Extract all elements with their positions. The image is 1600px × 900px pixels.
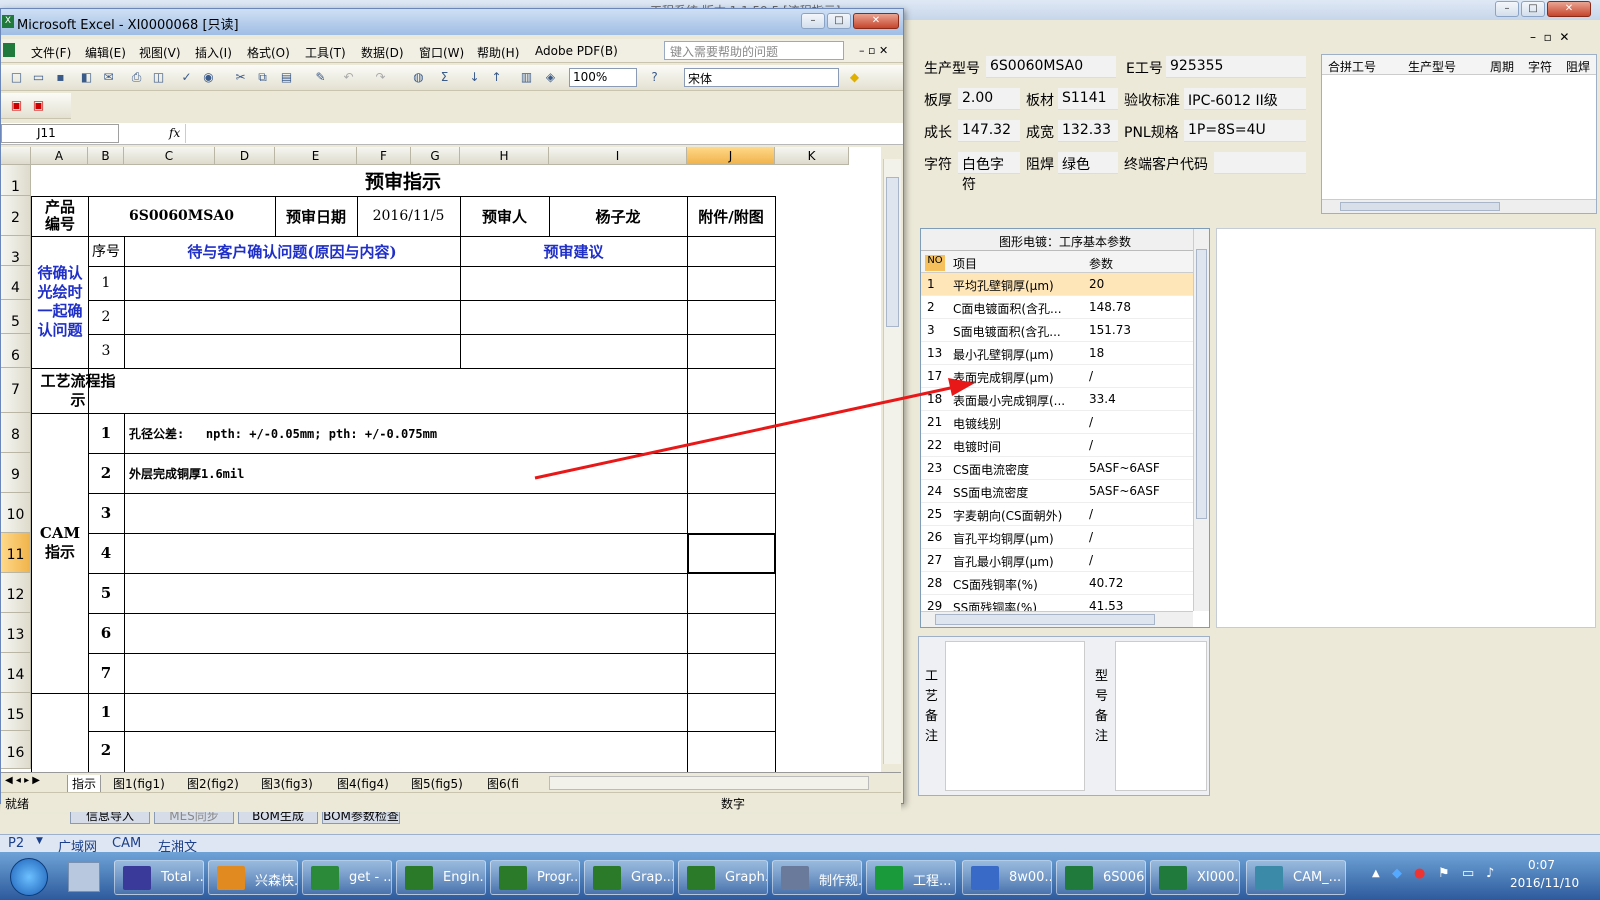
clock-time[interactable]: 0:07 — [1528, 858, 1555, 872]
tray-flag-icon[interactable]: ⚑ — [1438, 866, 1450, 881]
taskbar-item-label: 6S006... — [1103, 870, 1145, 885]
taskbar-item[interactable]: Grap... — [584, 860, 674, 895]
taskbar-item-label: Grap... — [631, 870, 674, 885]
taskbar-app-icon — [217, 866, 245, 890]
arrow-head — [948, 378, 975, 396]
taskbar-app-icon — [1255, 866, 1283, 890]
taskbar-item[interactable]: Progr... — [490, 860, 580, 895]
taskbar-item[interactable]: Total ... — [114, 860, 204, 895]
tray-network-icon[interactable]: ◆ — [1392, 866, 1402, 881]
taskbar-app-icon — [687, 866, 715, 890]
taskbar-app-icon — [875, 866, 903, 890]
taskbar-app-icon — [781, 866, 809, 890]
taskbar-item-label: get - ... — [349, 870, 392, 885]
taskbar-item-label: 制作规... — [819, 874, 862, 889]
taskbar-item[interactable]: 6S006... — [1056, 860, 1146, 895]
taskbar-item-label: Progr... — [537, 870, 580, 885]
annotation-arrow — [534, 378, 975, 480]
taskbar-item[interactable]: get - ... — [302, 860, 392, 895]
taskbar-item[interactable]: CAM_... — [1246, 860, 1346, 895]
taskbar-item-label: 工程... — [913, 874, 952, 889]
taskbar-item-label: 兴森快... — [255, 874, 298, 889]
taskbar-app-icon — [499, 866, 527, 890]
taskbar-app-icon — [1065, 866, 1093, 890]
taskbar-item-label: 8w00... — [1009, 870, 1051, 885]
taskbar-app-icon — [593, 866, 621, 890]
taskbar-item-label: CAM_... — [1293, 870, 1342, 885]
taskbar-item[interactable]: 兴森快... — [208, 860, 298, 895]
taskbar-item-label: Engin... — [443, 870, 485, 885]
taskbar-item[interactable]: Graph... — [678, 860, 768, 895]
start-button[interactable] — [10, 858, 48, 896]
taskbar-item-label: Graph... — [725, 870, 768, 885]
taskbar-item-label: XI000... — [1197, 870, 1239, 885]
taskbar-item[interactable]: Engin... — [396, 860, 486, 895]
taskbar-item[interactable]: XI000... — [1150, 860, 1240, 895]
tray-monitor-icon[interactable]: ▭ — [1462, 866, 1474, 881]
taskbar-app-icon — [405, 866, 433, 890]
taskbar-app-icon — [971, 866, 999, 890]
tray-security-icon[interactable]: ● — [1414, 866, 1425, 881]
tray-volume-icon[interactable]: ♪ — [1486, 866, 1494, 881]
taskbar-item[interactable]: 工程... — [866, 860, 956, 895]
taskbar-app-icon — [311, 866, 339, 890]
taskbar-app-icon — [1159, 866, 1187, 890]
taskbar-item[interactable]: 制作规... — [772, 860, 862, 895]
taskbar: Total ... 兴森快... get - ... Engin... Progr...… — [0, 852, 1600, 900]
arrow-shaft — [534, 385, 956, 480]
clock-date[interactable]: 2016/11/10 — [1510, 876, 1579, 890]
taskbar-app-icon — [123, 866, 151, 890]
taskbar-item[interactable]: 8w00... — [962, 860, 1052, 895]
tray-expand-icon[interactable]: ▲ — [1372, 868, 1380, 879]
calculator-icon[interactable] — [68, 862, 100, 892]
taskbar-item-label: Total ... — [161, 870, 204, 885]
